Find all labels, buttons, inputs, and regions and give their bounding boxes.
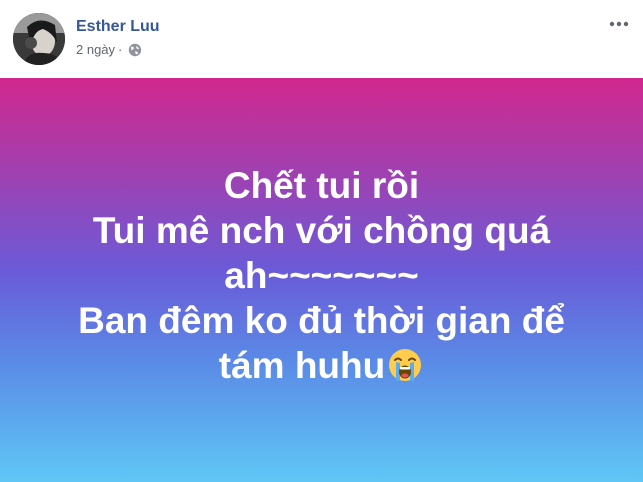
- meta-separator: ·: [118, 42, 123, 57]
- author-name[interactable]: Esther Luu: [76, 17, 160, 37]
- author-avatar[interactable]: [13, 13, 65, 65]
- status-line-5-text: tám huhu: [218, 344, 386, 386]
- avatar-photo: [13, 13, 65, 65]
- status-background: Chết tui rồi Tui mê nch với chồng quá ah…: [0, 78, 643, 482]
- post-time[interactable]: 2 ngày: [76, 42, 115, 58]
- globe-icon[interactable]: [128, 43, 142, 57]
- status-line-5: tám huhu: [42, 343, 602, 388]
- post-header: Esther Luu 2 ngày ·: [0, 0, 643, 78]
- status-line-4: Ban đêm ko đủ thời gian để: [78, 299, 565, 341]
- more-dots-icon[interactable]: [609, 14, 629, 34]
- status-text: Chết tui rồi Tui mê nch với chồng quá ah…: [42, 163, 602, 388]
- loudly-crying-face-icon: [386, 346, 424, 384]
- status-line-2: Tui mê nch với chồng quá: [92, 209, 551, 251]
- status-line-1: Chết tui rồi: [223, 164, 420, 206]
- post-meta: 2 ngày ·: [76, 42, 142, 58]
- status-line-3: ah~~~~~~~: [224, 254, 419, 296]
